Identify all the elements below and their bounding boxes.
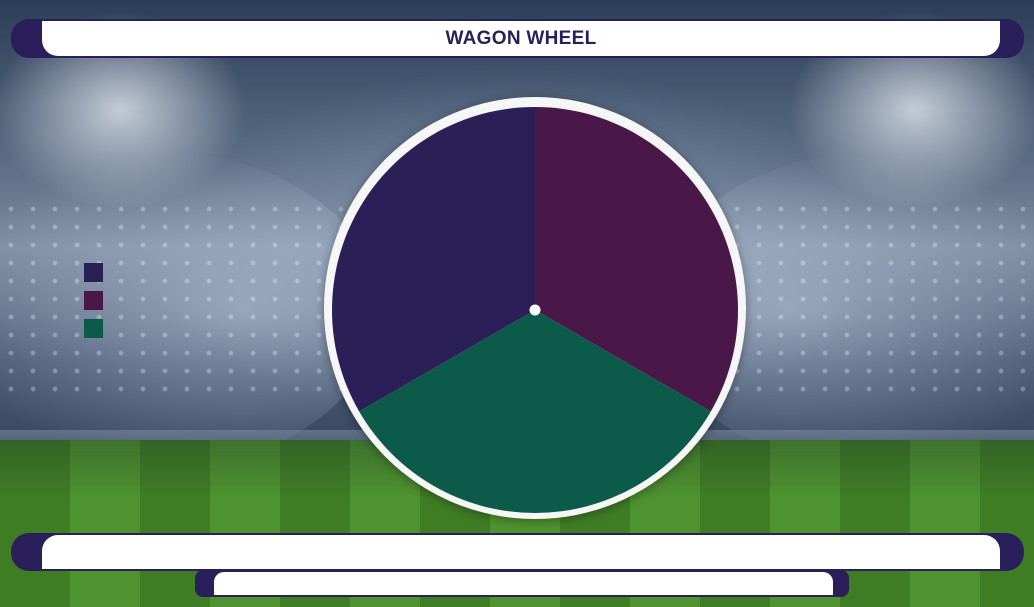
wheel-chart	[332, 107, 738, 513]
legend-swatch-3	[84, 319, 103, 338]
legend	[84, 263, 104, 347]
wagon-wheel	[324, 97, 746, 519]
bottom-subbar	[214, 572, 833, 595]
wheel-center-dot	[529, 304, 541, 316]
legend-swatch-2	[84, 291, 103, 310]
legend-swatch-1	[84, 263, 103, 282]
title-banner: WAGON WHEEL	[42, 21, 1000, 56]
page-title: WAGON WHEEL	[445, 27, 597, 49]
bottom-bar	[42, 535, 1000, 569]
